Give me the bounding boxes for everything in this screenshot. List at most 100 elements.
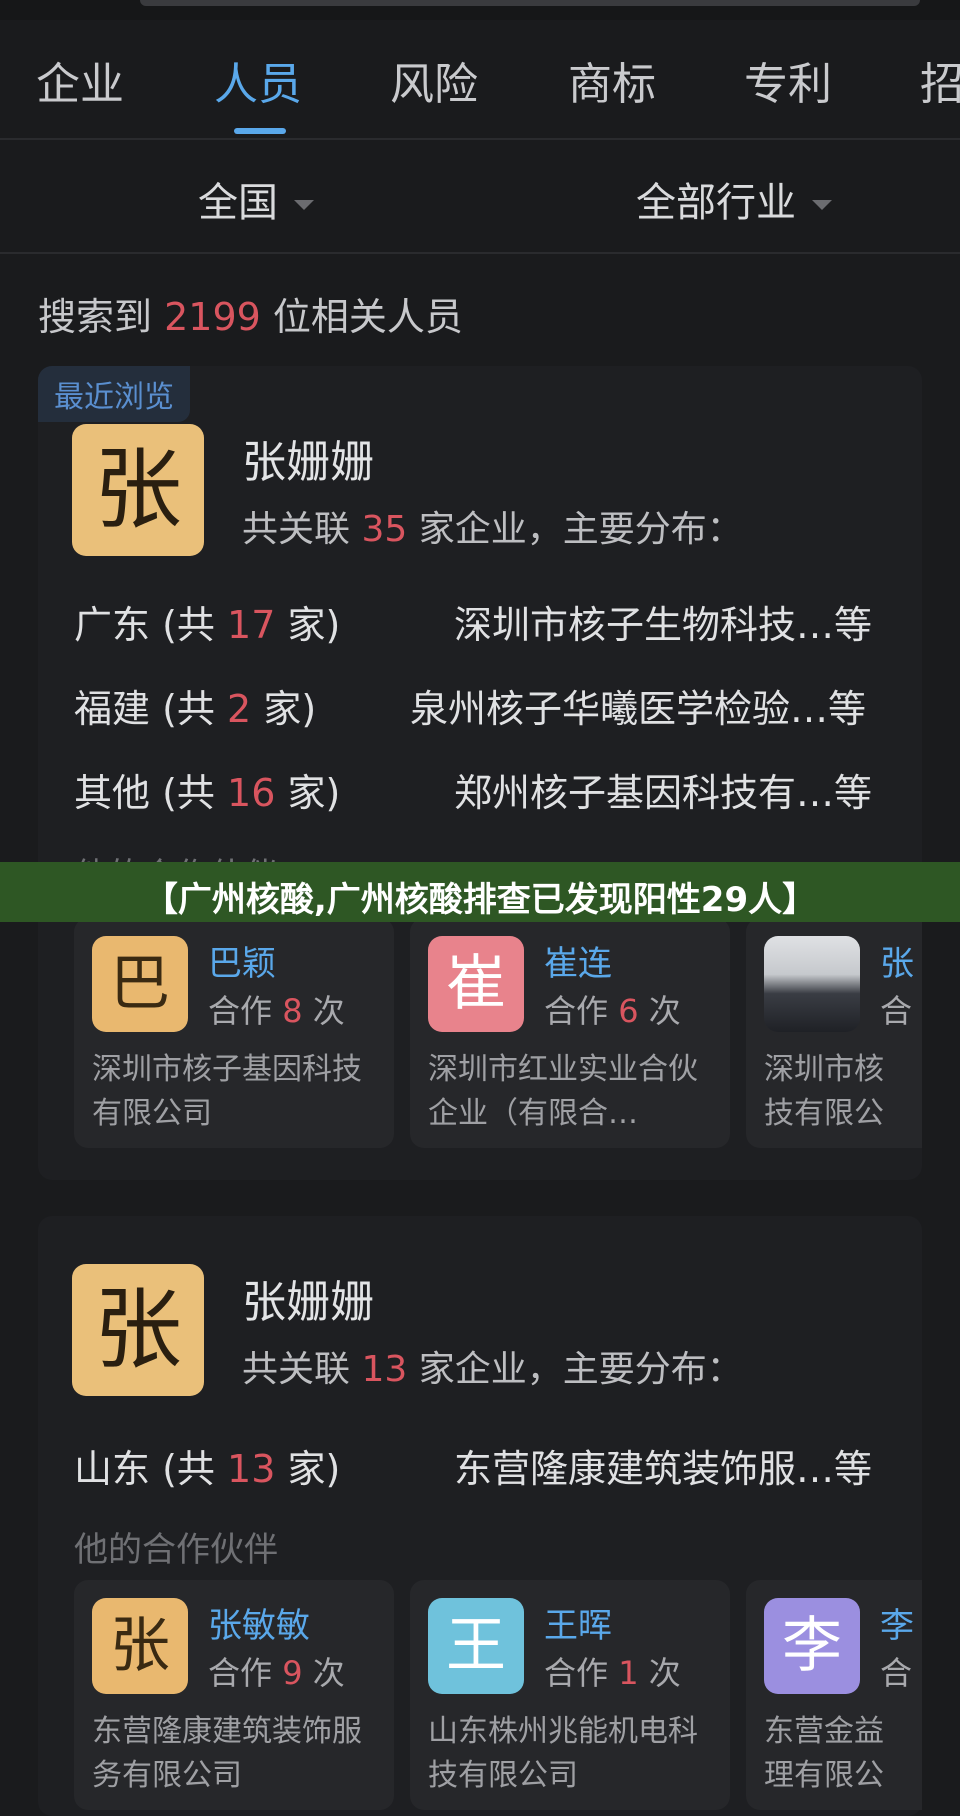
coop-count: 9 bbox=[282, 1654, 303, 1692]
partner-name: 巴颖 bbox=[208, 944, 276, 984]
headline-text: 【广州核酸,广州核酸排查已发现阳性29人】 bbox=[143, 880, 817, 920]
partner-coop: 合 bbox=[880, 1654, 913, 1692]
partner-company: 山东株州兆能机电科技有限公司 bbox=[428, 1714, 698, 1793]
coop-suffix: 次 bbox=[312, 992, 345, 1030]
partner-name: 张敏敏 bbox=[208, 1606, 310, 1646]
tab-trademark[interactable]: 商标 bbox=[568, 48, 656, 112]
coop-suffix: 次 bbox=[648, 992, 681, 1030]
partner-photo-avatar bbox=[764, 936, 860, 1032]
assoc-suffix: 家企业，主要分布： bbox=[418, 1349, 743, 1390]
active-tab-indicator bbox=[234, 128, 286, 134]
region-count: 2 bbox=[227, 687, 252, 731]
region-row[interactable]: 山东 (共 13 家) 东营隆康建筑装饰服…等 bbox=[74, 1438, 872, 1493]
partner-company: 深圳市核技有限公 bbox=[764, 1052, 884, 1131]
partner-avatar: 巴 bbox=[92, 936, 188, 1032]
industry-filter[interactable]: 全部行业 bbox=[636, 170, 832, 228]
region-open: (共 bbox=[162, 687, 215, 731]
headline-banner: 【广州核酸,广州核酸排查已发现阳性29人】 bbox=[0, 862, 960, 922]
region-name: 其他 bbox=[74, 771, 151, 815]
coop-suffix: 次 bbox=[312, 1654, 345, 1692]
partner-coop: 合作 6 次 bbox=[544, 986, 681, 1032]
region-company: 东营隆康建筑装饰服…等 bbox=[454, 1447, 873, 1491]
partner-coop: 合作 9 次 bbox=[208, 1648, 345, 1694]
person-avatar: 张 bbox=[72, 424, 204, 556]
region-count: 16 bbox=[227, 771, 276, 815]
assoc-count: 13 bbox=[361, 1349, 408, 1390]
status-bar-edge bbox=[0, 0, 960, 20]
coop-suffix: 次 bbox=[648, 1654, 681, 1692]
partner-coop: 合 bbox=[880, 992, 913, 1030]
assoc-prefix: 共关联 bbox=[242, 1349, 351, 1390]
region-filter[interactable]: 全国 bbox=[198, 170, 314, 228]
region-close: 家) bbox=[263, 687, 317, 731]
partner-card[interactable]: 崔 崔连 合作 6 次 深圳市红业实业合伙企业（有限合… bbox=[410, 918, 730, 1148]
tab-patent[interactable]: 专利 bbox=[744, 48, 832, 112]
caret-down-icon bbox=[812, 200, 832, 210]
region-open: (共 bbox=[162, 1447, 215, 1491]
coop-prefix: 合作 bbox=[208, 992, 273, 1030]
tab-enterprise[interactable]: 企业 bbox=[36, 48, 124, 112]
region-company: 深圳市核子生物科技…等 bbox=[454, 603, 873, 647]
region-row[interactable]: 福建 (共 2 家) 泉州核子华曦医学检验…等 bbox=[74, 678, 866, 733]
partner-name: 李 bbox=[880, 1606, 914, 1646]
partner-card[interactable]: 巴 巴颖 合作 8 次 深圳市核子基因科技有限公司 bbox=[74, 918, 394, 1148]
coop-count: 1 bbox=[618, 1654, 639, 1692]
person-name[interactable]: 张姗姗 bbox=[242, 426, 374, 490]
person-avatar: 张 bbox=[72, 1264, 204, 1396]
person-card[interactable]: 最近浏览 张 张姗姗 共关联 35 家企业，主要分布： 广东 (共 17 家) … bbox=[38, 366, 922, 1180]
region-open: (共 bbox=[162, 771, 215, 815]
partner-company: 东营金益理有限公 bbox=[764, 1714, 884, 1793]
region-open: (共 bbox=[162, 603, 215, 647]
assoc-prefix: 共关联 bbox=[242, 509, 351, 550]
filter-bar: 全国 全部行业 bbox=[0, 140, 960, 254]
industry-filter-label: 全部行业 bbox=[636, 180, 796, 226]
partner-avatar: 李 bbox=[764, 1598, 860, 1694]
assoc-count: 35 bbox=[361, 509, 408, 550]
partner-card[interactable]: 李 李 合 东营金益理有限公 bbox=[746, 1580, 922, 1810]
coop-count: 6 bbox=[618, 992, 639, 1030]
partners-label: 他的合作伙伴 bbox=[74, 1530, 278, 1570]
partner-avatar: 张 bbox=[92, 1598, 188, 1694]
result-count: 2199 bbox=[164, 295, 261, 339]
partner-coop: 合作 8 次 bbox=[208, 986, 345, 1032]
region-count: 13 bbox=[227, 1447, 276, 1491]
partner-name: 张 bbox=[880, 944, 914, 984]
coop-prefix: 合作 bbox=[208, 1654, 273, 1692]
tab-risk[interactable]: 风险 bbox=[390, 48, 478, 112]
partner-avatar: 王 bbox=[428, 1598, 524, 1694]
category-tabs: 企业 人员 风险 商标 专利 招 bbox=[0, 20, 960, 140]
partner-company: 东营隆康建筑装饰服务有限公司 bbox=[92, 1714, 362, 1793]
result-summary: 搜索到 2199 位相关人员 bbox=[38, 286, 463, 341]
region-row[interactable]: 广东 (共 17 家) 深圳市核子生物科技…等 bbox=[74, 594, 872, 649]
assoc-suffix: 家企业，主要分布： bbox=[418, 509, 743, 550]
coop-prefix: 合作 bbox=[544, 992, 609, 1030]
tab-people[interactable]: 人员 bbox=[214, 48, 302, 112]
partner-avatar: 崔 bbox=[428, 936, 524, 1032]
region-close: 家) bbox=[287, 771, 341, 815]
region-count: 17 bbox=[227, 603, 276, 647]
region-filter-label: 全国 bbox=[198, 180, 278, 226]
association-summary: 共关联 13 家企业，主要分布： bbox=[242, 1340, 743, 1392]
caret-down-icon bbox=[294, 200, 314, 210]
association-summary: 共关联 35 家企业，主要分布： bbox=[242, 500, 743, 552]
summary-suffix: 位相关人员 bbox=[272, 295, 463, 339]
coop-count: 8 bbox=[282, 992, 303, 1030]
partner-coop: 合作 1 次 bbox=[544, 1648, 681, 1694]
region-close: 家) bbox=[287, 603, 341, 647]
person-name[interactable]: 张姗姗 bbox=[242, 1266, 374, 1330]
region-name: 广东 bbox=[74, 603, 151, 647]
partner-card[interactable]: 王 王晖 合作 1 次 山东株州兆能机电科技有限公司 bbox=[410, 1580, 730, 1810]
region-close: 家) bbox=[287, 1447, 341, 1491]
region-name: 福建 bbox=[74, 687, 151, 731]
partner-company: 深圳市红业实业合伙企业（有限合… bbox=[428, 1052, 698, 1131]
partner-card[interactable]: 张 张敏敏 合作 9 次 东营隆康建筑装饰服务有限公司 bbox=[74, 1580, 394, 1810]
partner-company: 深圳市核子基因科技有限公司 bbox=[92, 1052, 362, 1131]
person-card[interactable]: 张 张姗姗 共关联 13 家企业，主要分布： 山东 (共 13 家) 东营隆康建… bbox=[38, 1216, 922, 1816]
summary-prefix: 搜索到 bbox=[38, 295, 153, 339]
region-row[interactable]: 其他 (共 16 家) 郑州核子基因科技有…等 bbox=[74, 762, 872, 817]
partner-name: 崔连 bbox=[544, 944, 612, 984]
partner-name: 王晖 bbox=[544, 1606, 612, 1646]
tab-recruit[interactable]: 招 bbox=[920, 48, 960, 112]
region-company: 泉州核子华曦医学检验…等 bbox=[410, 687, 867, 731]
partner-card[interactable]: 张 合 深圳市核技有限公 bbox=[746, 918, 922, 1148]
